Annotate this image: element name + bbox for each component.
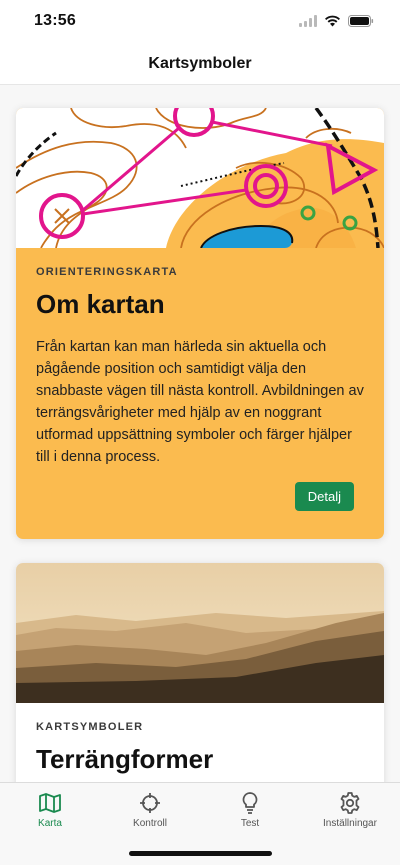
card-title: Terrängformer bbox=[36, 744, 214, 774]
crosshair-icon bbox=[140, 793, 160, 813]
mountain-landscape-photo bbox=[16, 563, 384, 703]
wifi-icon bbox=[325, 15, 340, 27]
orienteering-map-illustration bbox=[16, 108, 384, 248]
signal-icon bbox=[299, 15, 317, 27]
gear-icon bbox=[340, 792, 360, 814]
tab-label: Karta bbox=[38, 818, 62, 829]
tab-label: Test bbox=[240, 818, 260, 829]
card-eyebrow: ORIENTERINGSKARTA bbox=[36, 266, 178, 278]
tab-installningar[interactable]: Inställningar bbox=[300, 783, 400, 865]
navigation-bar: Kartsymboler bbox=[0, 44, 400, 85]
tab-label: Kontroll bbox=[133, 818, 167, 829]
status-bar: 13:56 bbox=[0, 0, 400, 44]
detail-button[interactable]: Detalj bbox=[294, 482, 354, 511]
map-info-card[interactable]: ORIENTERINGSKARTA Om kartan Från kartan … bbox=[16, 108, 384, 539]
page-title: Kartsymboler bbox=[148, 55, 252, 72]
home-indicator bbox=[129, 851, 272, 856]
tab-label: Inställningar bbox=[323, 818, 377, 829]
card-eyebrow: KARTSYMBOLER bbox=[36, 721, 144, 733]
card-title: Om kartan bbox=[36, 289, 165, 319]
card-list[interactable]: ORIENTERINGSKARTA Om kartan Från kartan … bbox=[0, 85, 400, 782]
card-description: Från kartan kan man härleda sin aktuella… bbox=[36, 339, 364, 465]
map-icon bbox=[39, 793, 61, 813]
terrain-card[interactable]: KARTSYMBOLER Terrängformer bbox=[16, 563, 384, 782]
lightbulb-icon bbox=[242, 792, 258, 814]
battery-icon bbox=[348, 15, 374, 27]
status-time: 13:56 bbox=[34, 12, 76, 29]
tab-karta[interactable]: Karta bbox=[0, 783, 100, 865]
status-icons bbox=[299, 15, 374, 27]
